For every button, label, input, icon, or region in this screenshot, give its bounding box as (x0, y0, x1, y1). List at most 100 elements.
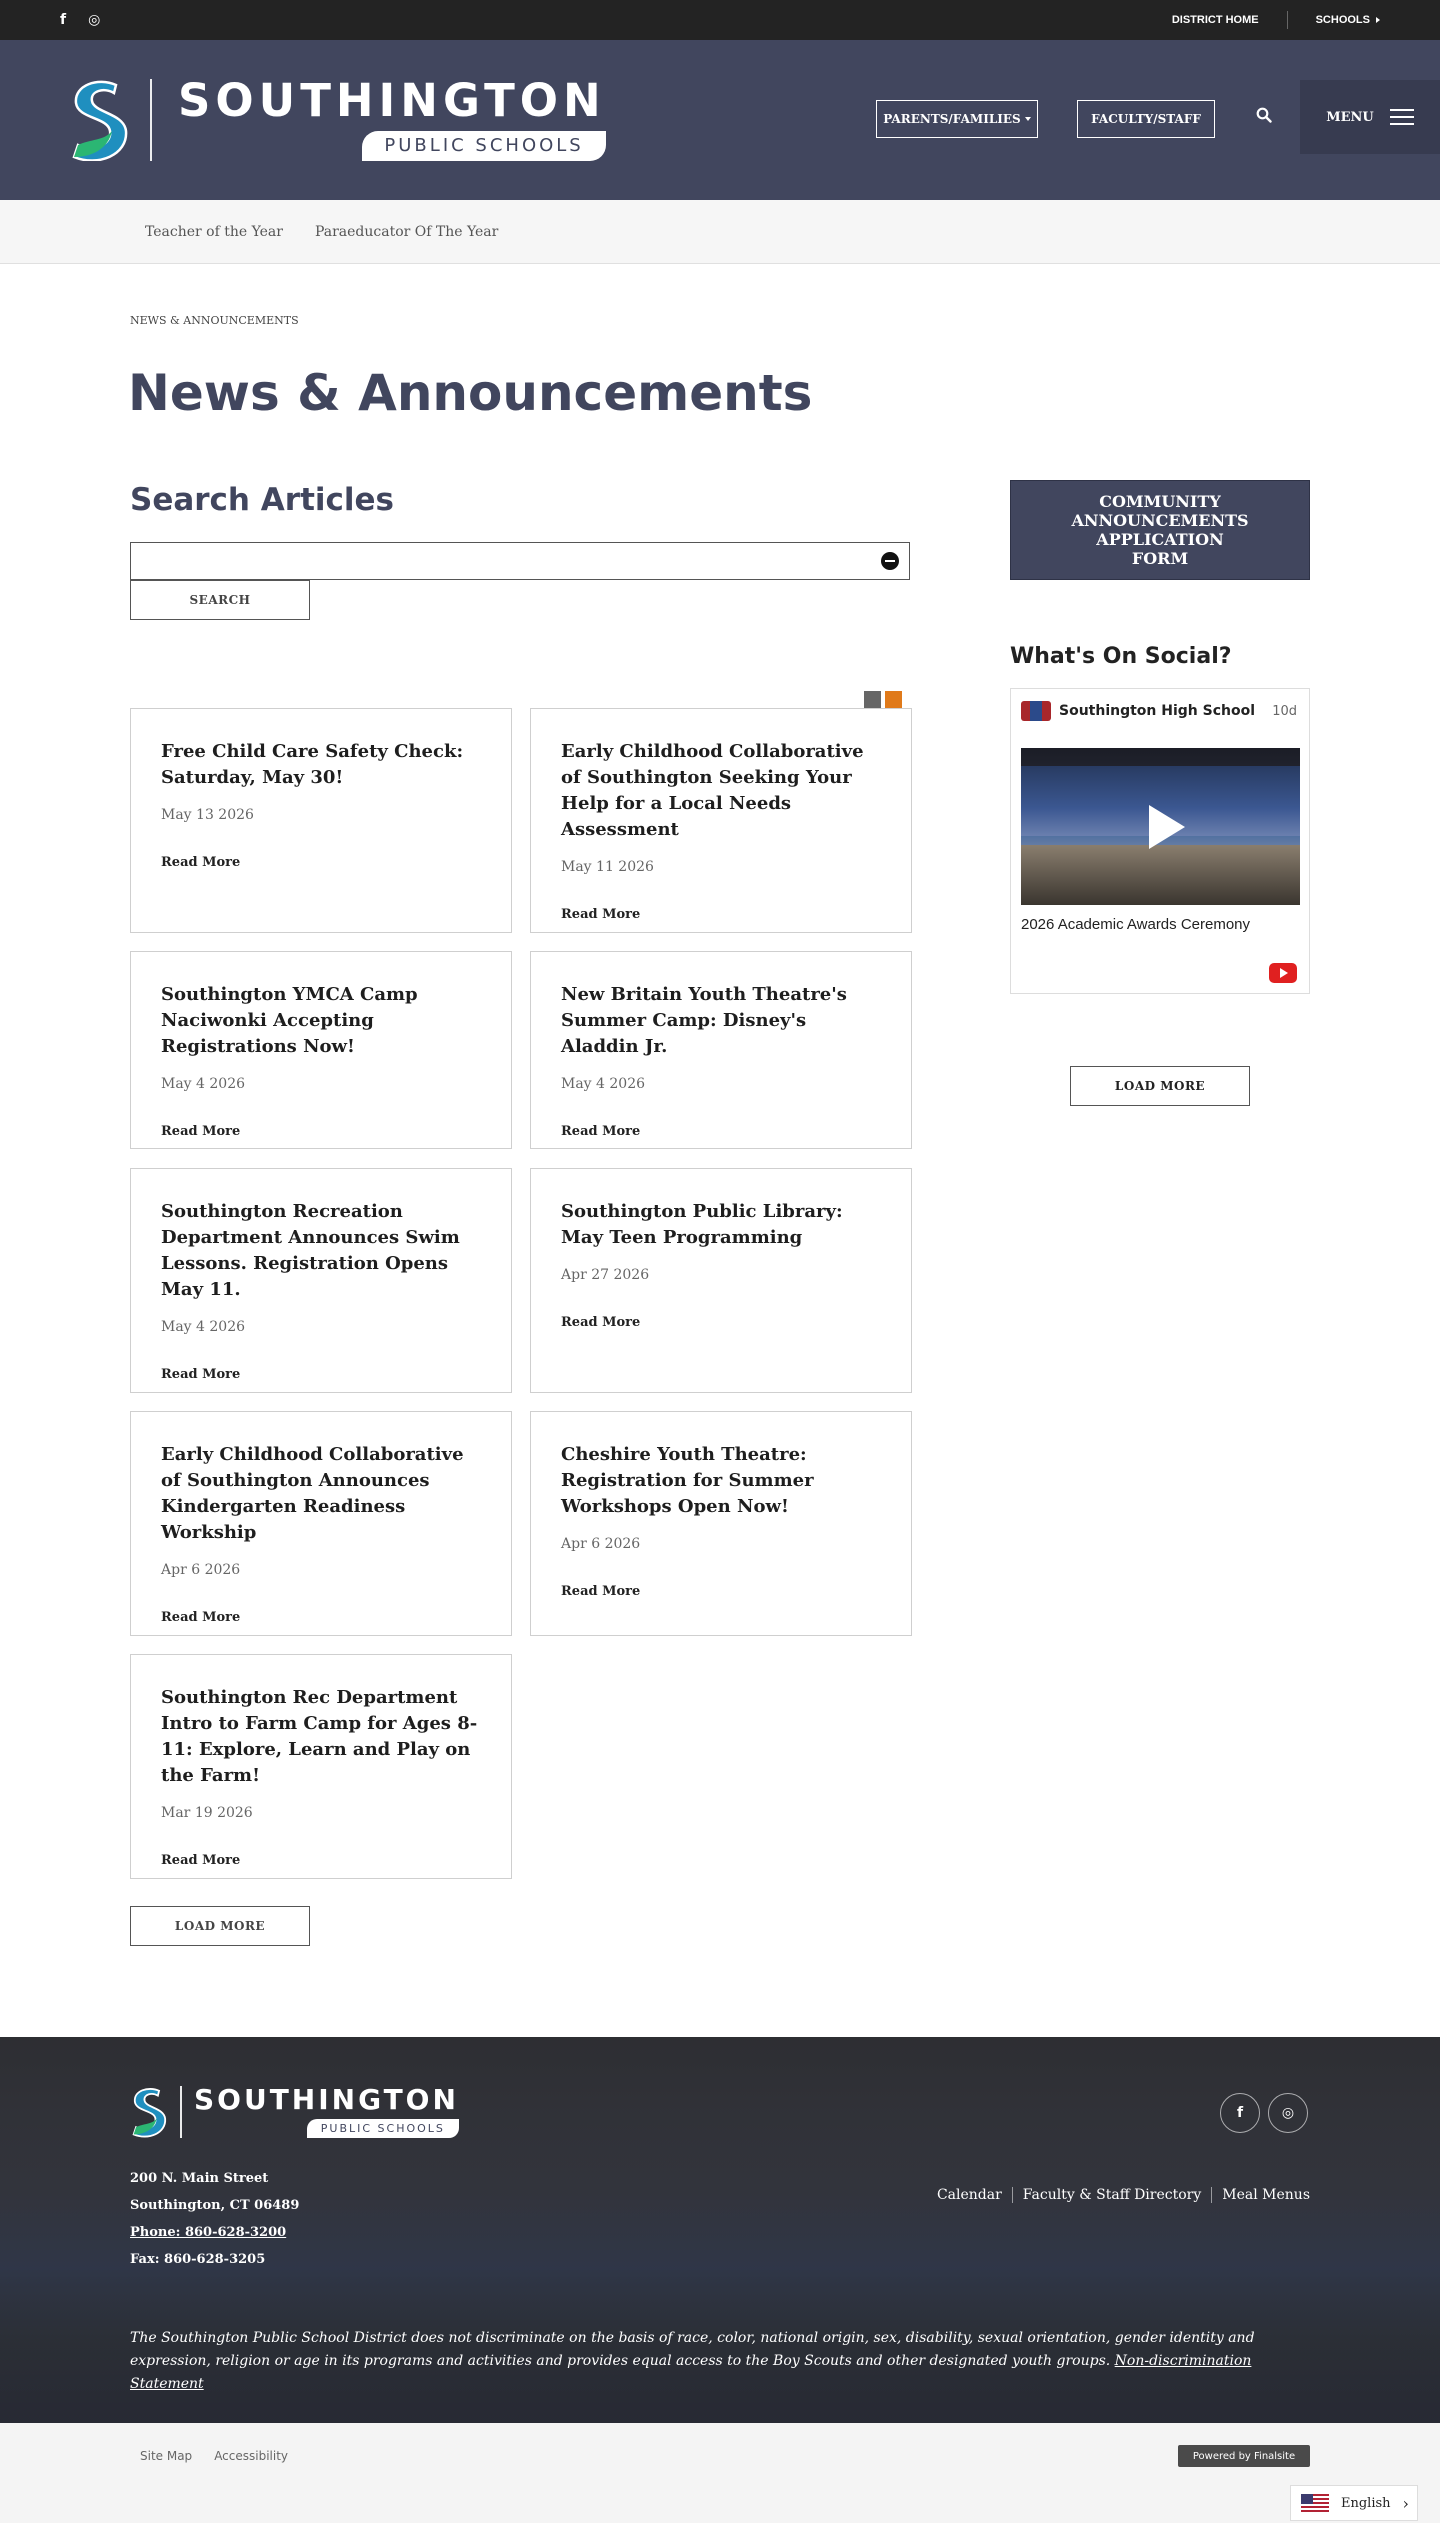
play-icon[interactable] (1148, 804, 1185, 849)
read-more-link[interactable]: Read More (161, 1124, 481, 1139)
language-selector[interactable]: English › (1290, 2485, 1418, 2521)
post-header: Southington High School 10d (1021, 701, 1297, 721)
read-more-link[interactable]: Read More (561, 1124, 881, 1139)
search-input[interactable] (130, 542, 910, 580)
read-more-link[interactable]: Read More (561, 907, 881, 922)
footer-links: Calendar Faculty & Staff Directory Meal … (937, 2187, 1310, 2203)
faculty-staff-button[interactable]: FACULTY/STAFF (1077, 100, 1215, 138)
bottom-links: Site Map Accessibility (140, 2449, 288, 2463)
social-links: f ◎ (60, 12, 100, 28)
article-card[interactable]: Southington Recreation Department Announ… (130, 1168, 512, 1393)
post-account[interactable]: Southington High School (1059, 703, 1255, 719)
article-card[interactable]: Early Childhood Collaborative of Southin… (530, 708, 912, 933)
menu-button[interactable]: MENU (1300, 80, 1440, 154)
feed-icons (864, 691, 902, 708)
thumbnail-audience (1021, 845, 1300, 905)
phone-link[interactable]: Phone: 860-628-3200 (130, 2219, 299, 2246)
article-date: Apr 6 2026 (561, 1536, 641, 1552)
site-map-link[interactable]: Site Map (140, 2449, 192, 2463)
site-footer: SOUTHINGTON PUBLIC SCHOOLS 200 N. Main S… (0, 2037, 1440, 2423)
article-card[interactable]: Cheshire Youth Theatre: Registration for… (530, 1411, 912, 1636)
article-card[interactable]: Southington YMCA Camp Naciwonki Acceptin… (130, 951, 512, 1149)
menu-label: MENU (1326, 109, 1374, 125)
footer-link-meal-menus[interactable]: Meal Menus (1211, 2187, 1310, 2203)
article-date: Apr 6 2026 (161, 1562, 241, 1578)
read-more-link[interactable]: Read More (161, 1853, 481, 1868)
language-label: English (1341, 2495, 1391, 2511)
search-icon[interactable] (1256, 107, 1272, 123)
clear-icon[interactable] (881, 552, 899, 570)
schools-dropdown[interactable]: SCHOOLS (1316, 14, 1380, 26)
post-caption: 2026 Academic Awards Ceremony (1021, 916, 1251, 933)
article-title[interactable]: Cheshire Youth Theatre: Registration for… (561, 1442, 881, 1520)
video-thumbnail[interactable] (1021, 748, 1300, 905)
article-card[interactable]: New Britain Youth Theatre's Summer Camp:… (530, 951, 912, 1149)
read-more-link[interactable]: Read More (161, 855, 481, 870)
site-logo[interactable]: SOUTHINGTON PUBLIC SCHOOLS (68, 78, 606, 161)
article-date: May 4 2026 (161, 1076, 246, 1092)
utility-bar: f ◎ DISTRICT HOME SCHOOLS (0, 0, 1440, 40)
bottom-bar: Site Map Accessibility Powered by Finals… (0, 2423, 1440, 2523)
load-more-social-button[interactable]: LOAD MORE (1070, 1066, 1250, 1106)
s-logo-icon (132, 2088, 167, 2138)
notification-bell-icon[interactable] (885, 691, 902, 708)
community-announcements-button[interactable]: COMMUNITY ANNOUNCEMENTS APPLICATION FORM (1010, 480, 1310, 580)
article-card[interactable]: Early Childhood Collaborative of Southin… (130, 1411, 512, 1636)
powered-by-finalsite-badge[interactable]: Powered by Finalsite (1178, 2445, 1310, 2467)
article-card[interactable]: Southington Rec Department Intro to Farm… (130, 1654, 512, 1879)
read-more-link[interactable]: Read More (161, 1367, 481, 1382)
utility-links: DISTRICT HOME SCHOOLS (1172, 11, 1380, 29)
article-title[interactable]: Southington Rec Department Intro to Farm… (161, 1685, 481, 1789)
facebook-icon[interactable]: f (1220, 2093, 1260, 2133)
article-card[interactable]: Southington Public Library: May Teen Pro… (530, 1168, 912, 1393)
article-title[interactable]: Southington Public Library: May Teen Pro… (561, 1199, 881, 1251)
article-title[interactable]: Southington YMCA Camp Naciwonki Acceptin… (161, 982, 481, 1060)
read-more-link[interactable]: Read More (161, 1610, 481, 1625)
site-header: SOUTHINGTON PUBLIC SCHOOLS PARENTS/FAMIL… (0, 40, 1440, 200)
article-card[interactable]: Free Child Care Safety Check: Saturday, … (130, 708, 512, 933)
schools-label: SCHOOLS (1315, 14, 1370, 26)
search-heading: Search Articles (130, 482, 394, 518)
article-date: May 11 2026 (561, 859, 654, 875)
article-date: May 4 2026 (561, 1076, 646, 1092)
district-address: 200 N. Main Street Southington, CT 06489… (130, 2165, 299, 2273)
post-age: 10d (1272, 703, 1297, 719)
logo-subtitle: PUBLIC SCHOOLS (362, 131, 606, 161)
article-title[interactable]: Free Child Care Safety Check: Saturday, … (161, 739, 481, 791)
read-more-link[interactable]: Read More (561, 1584, 881, 1599)
article-title[interactable]: New Britain Youth Theatre's Summer Camp:… (561, 982, 881, 1060)
disclaimer-text: The Southington Public School District d… (130, 2330, 1255, 2369)
search-button[interactable]: SEARCH (130, 580, 310, 620)
s-logo-icon (72, 80, 128, 161)
footer-logo-title: SOUTHINGTON (194, 2083, 459, 2116)
article-title[interactable]: Early Childhood Collaborative of Southin… (161, 1442, 481, 1546)
article-title[interactable]: Southington Recreation Department Announ… (161, 1199, 481, 1303)
youtube-icon[interactable] (1269, 963, 1297, 983)
read-more-link[interactable]: Read More (561, 1315, 881, 1330)
district-home-link[interactable]: DISTRICT HOME (1172, 14, 1259, 26)
nondiscrimination-disclaimer: The Southington Public School District d… (130, 2327, 1310, 2396)
footer-link-calendar[interactable]: Calendar (937, 2187, 1012, 2203)
social-post[interactable]: Southington High School 10d 2026 Academi… (1010, 688, 1310, 994)
footer-logo[interactable]: SOUTHINGTON PUBLIC SCHOOLS (130, 2085, 459, 2139)
footer-link-directory[interactable]: Faculty & Staff Directory (1011, 2187, 1211, 2203)
rss-icon[interactable] (864, 691, 881, 708)
logo-divider (150, 78, 152, 161)
article-title[interactable]: Early Childhood Collaborative of Southin… (561, 739, 881, 843)
avatar (1021, 701, 1051, 721)
facebook-icon[interactable]: f (60, 12, 66, 28)
logo-wordmark: SOUTHINGTON PUBLIC SCHOOLS (178, 78, 606, 161)
subnav-item-teacher-of-the-year[interactable]: Teacher of the Year (145, 224, 283, 240)
instagram-icon[interactable]: ◎ (88, 12, 100, 28)
load-more-articles-button[interactable]: LOAD MORE (130, 1906, 310, 1946)
address-street: 200 N. Main Street (130, 2171, 269, 2186)
article-date: Mar 19 2026 (161, 1805, 253, 1821)
footer-social-links: f ◎ (1220, 2093, 1308, 2133)
parents-families-button[interactable]: PARENTS/FAMILIES (876, 100, 1038, 138)
accessibility-link[interactable]: Accessibility (214, 2449, 288, 2463)
article-date: Apr 27 2026 (561, 1267, 650, 1283)
logo-title: SOUTHINGTON (178, 74, 606, 127)
subnav-item-paraeducator-of-the-year[interactable]: Paraeducator Of The Year (315, 224, 498, 240)
instagram-icon[interactable]: ◎ (1268, 2093, 1308, 2133)
breadcrumb[interactable]: NEWS & ANNOUNCEMENTS (130, 314, 299, 327)
